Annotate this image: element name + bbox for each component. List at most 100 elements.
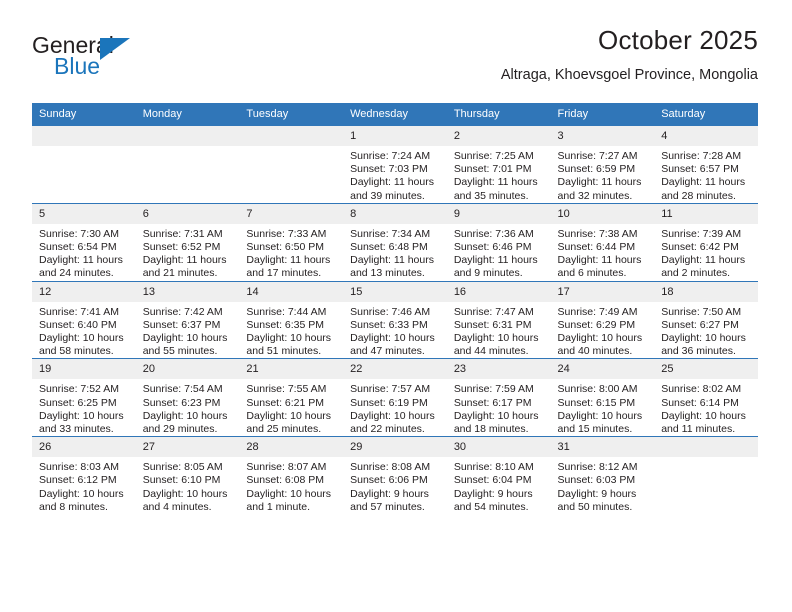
sunrise-text: Sunrise: 7:38 AM	[557, 227, 638, 240]
sunset-text: Sunset: 6:25 PM	[39, 396, 117, 409]
calendar-cell-day[interactable]: 14 Sunrise: 7:44 AM Sunset: 6:35 PM Dayligh…	[239, 280, 344, 359]
calendar-cell-day[interactable]: 21 Sunrise: 7:55 AM Sunset: 6:21 PM Dayligh…	[239, 358, 344, 437]
daylight-text-line1: Daylight: 10 hours	[453, 332, 539, 345]
calendar-cell-day[interactable]: 28 Sunrise: 8:07 AM Sunset: 6:08 PM Dayligh…	[239, 436, 344, 515]
calendar-cell-day[interactable]: 1 Sunrise: 7:24 AM Sunset: 7:03 PM Daylight…	[343, 125, 447, 204]
logo-text-blue: Blue	[54, 53, 101, 79]
calendar-cell-day[interactable]: 15 Sunrise: 7:46 AM Sunset: 6:33 PM Dayligh…	[343, 280, 447, 359]
calendar-cell-day[interactable]: 12 Sunrise: 7:41 AM Sunset: 6:40 PM Dayligh…	[32, 280, 136, 359]
calendar-cell-day[interactable]: 26 Sunrise: 8:03 AM Sunset: 6:12 PM Dayligh…	[32, 436, 136, 515]
weekday-header-monday: Monday	[135, 103, 240, 126]
daylight-text-line1: Daylight: 10 hours	[661, 409, 746, 422]
sunset-text: Sunset: 6:12 PM	[39, 474, 117, 487]
daylight-text-line2: and 4 minutes.	[142, 500, 212, 513]
calendar-cell-day[interactable]: 29 Sunrise: 8:08 AM Sunset: 6:06 PM Dayligh…	[343, 436, 447, 515]
daylight-text-line1: Daylight: 11 hours	[350, 176, 434, 189]
calendar-cell-day[interactable]: 22 Sunrise: 7:57 AM Sunset: 6:19 PM Dayligh…	[343, 358, 447, 437]
calendar-cell-day[interactable]: 7 Sunrise: 7:33 AM Sunset: 6:50 PM Daylight…	[239, 202, 344, 282]
calendar-cell-day[interactable]: 25 Sunrise: 8:02 AM Sunset: 6:14 PM Dayligh…	[654, 358, 758, 437]
sunrise-text: Sunrise: 8:02 AM	[661, 383, 742, 396]
calendar-cell-day[interactable]: 5 Sunrise: 7:30 AM Sunset: 6:54 PM Daylight…	[32, 202, 136, 282]
day-details: Sunrise: 7:59 AM Sunset: 6:17 PM Daylight:…	[447, 379, 551, 436]
calendar-cell-day[interactable]: 19 Sunrise: 7:52 AM Sunset: 6:25 PM Dayligh…	[32, 358, 136, 437]
calendar-cell-day[interactable]: 24 Sunrise: 8:00 AM Sunset: 6:15 PM Dayligh…	[550, 358, 655, 437]
sunrise-text: Sunrise: 7:46 AM	[350, 305, 431, 318]
day-number: 30	[446, 437, 551, 458]
day-number	[239, 126, 344, 146]
sunrise-text: Sunrise: 7:30 AM	[39, 227, 119, 240]
day-number	[654, 437, 758, 458]
daylight-text-line1: Daylight: 11 hours	[350, 254, 434, 267]
day-number: 11	[654, 203, 758, 224]
day-number: 22	[343, 359, 447, 380]
daylight-text-line1: Daylight: 10 hours	[246, 487, 332, 500]
calendar-cell-day[interactable]: 6 Sunrise: 7:31 AM Sunset: 6:52 PM Daylight…	[135, 202, 240, 282]
daylight-text-line1: Daylight: 10 hours	[246, 332, 332, 345]
day-details: Sunrise: 7:57 AM Sunset: 6:19 PM Daylight:…	[343, 379, 447, 436]
calendar-cell-day[interactable]: 10 Sunrise: 7:38 AM Sunset: 6:44 PM Dayligh…	[550, 202, 655, 282]
calendar-cell-day[interactable]: 16 Sunrise: 7:47 AM Sunset: 6:31 PM Dayligh…	[446, 280, 551, 359]
daylight-text-line2: and 58 minutes.	[39, 345, 114, 358]
sunrise-text: Sunrise: 7:34 AM	[350, 227, 431, 240]
day-details: Sunrise: 7:50 AM Sunset: 6:27 PM Daylight:…	[654, 302, 758, 359]
sunset-text: Sunset: 6:23 PM	[142, 396, 221, 409]
calendar-cell-day[interactable]: 17 Sunrise: 7:49 AM Sunset: 6:29 PM Dayligh…	[550, 280, 655, 359]
calendar-cell-day[interactable]: 18 Sunrise: 7:50 AM Sunset: 6:27 PM Dayligh…	[654, 280, 758, 359]
day-details: Sunrise: 8:00 AM Sunset: 6:15 PM Daylight:…	[551, 379, 655, 436]
sunset-text: Sunset: 6:17 PM	[453, 396, 532, 409]
day-details: Sunrise: 7:33 AM Sunset: 6:50 PM Daylight:…	[239, 224, 343, 281]
calendar-cell-day[interactable]: 2 Sunrise: 7:25 AM Sunset: 7:01 PM Daylight…	[446, 125, 551, 204]
daylight-text-line1: Daylight: 11 hours	[661, 254, 746, 267]
daylight-text-line2: and 2 minutes.	[661, 267, 731, 280]
calendar-cell-day[interactable]: 31 Sunrise: 8:12 AM Sunset: 6:03 PM Dayligh…	[550, 436, 655, 515]
sunrise-text: Sunrise: 7:44 AM	[246, 305, 327, 318]
day-number: 17	[550, 281, 655, 302]
daylight-text-line1: Daylight: 11 hours	[142, 254, 227, 267]
calendar-cell-day[interactable]: 20 Sunrise: 7:54 AM Sunset: 6:23 PM Dayligh…	[135, 358, 240, 437]
daylight-text-line1: Daylight: 10 hours	[557, 332, 643, 345]
day-details: Sunrise: 7:34 AM Sunset: 6:48 PM Daylight:…	[343, 224, 447, 281]
calendar-cell-day[interactable]: 3 Sunrise: 7:27 AM Sunset: 6:59 PM Daylight…	[550, 125, 655, 204]
sunrise-text: Sunrise: 8:05 AM	[142, 461, 223, 474]
sunrise-text: Sunrise: 7:57 AM	[350, 383, 431, 396]
calendar-cell-day[interactable]: 8 Sunrise: 7:34 AM Sunset: 6:48 PM Daylight…	[343, 202, 447, 282]
day-number: 10	[550, 203, 655, 224]
calendar-cell-day[interactable]: 13 Sunrise: 7:42 AM Sunset: 6:37 PM Dayligh…	[135, 280, 240, 359]
day-details: Sunrise: 8:07 AM Sunset: 6:08 PM Daylight:…	[239, 457, 343, 514]
calendar-cell-day[interactable]: 9 Sunrise: 7:36 AM Sunset: 6:46 PM Daylight…	[446, 202, 551, 282]
sunset-text: Sunset: 6:08 PM	[246, 474, 325, 487]
daylight-text-line1: Daylight: 10 hours	[142, 409, 228, 422]
day-details: Sunrise: 7:41 AM Sunset: 6:40 PM Daylight:…	[32, 302, 136, 359]
calendar-cell-day[interactable]: 27 Sunrise: 8:05 AM Sunset: 6:10 PM Dayligh…	[135, 436, 240, 515]
day-details: Sunrise: 7:42 AM Sunset: 6:37 PM Daylight:…	[136, 302, 240, 359]
daylight-text-line2: and 13 minutes.	[350, 267, 425, 280]
calendar-cell-day[interactable]: 11 Sunrise: 7:39 AM Sunset: 6:42 PM Dayligh…	[654, 202, 758, 282]
sunrise-text: Sunrise: 7:24 AM	[350, 150, 431, 162]
calendar-cell-day[interactable]: 23 Sunrise: 7:59 AM Sunset: 6:17 PM Dayligh…	[446, 358, 551, 437]
sunrise-text: Sunrise: 7:39 AM	[661, 227, 742, 240]
calendar-cell-empty	[135, 125, 240, 204]
calendar-week-row: 12 Sunrise: 7:41 AM Sunset: 6:40 PM Dayligh…	[32, 280, 758, 359]
day-details: Sunrise: 7:27 AM Sunset: 6:59 PM Daylight:…	[551, 146, 655, 203]
weekday-header-row: Sunday Monday Tuesday Wednesday Thursday…	[32, 103, 758, 126]
sunset-text: Sunset: 6:06 PM	[350, 474, 428, 487]
day-number: 13	[135, 281, 240, 302]
calendar-week-row: 5 Sunrise: 7:30 AM Sunset: 6:54 PM Daylight…	[32, 202, 758, 282]
calendar-cell-empty	[239, 125, 344, 204]
calendar-cell-day[interactable]: 4 Sunrise: 7:28 AM Sunset: 6:57 PM Daylight…	[654, 125, 758, 204]
day-number: 3	[550, 126, 655, 146]
sunrise-text: Sunrise: 7:25 AM	[453, 150, 534, 162]
day-number: 2	[446, 126, 551, 146]
day-number: 19	[32, 359, 136, 380]
daylight-text-line2: and 50 minutes.	[557, 500, 633, 513]
day-details: Sunrise: 7:28 AM Sunset: 6:57 PM Daylight:…	[654, 146, 758, 203]
daylight-text-line1: Daylight: 10 hours	[661, 332, 746, 345]
day-number: 31	[550, 437, 655, 458]
sunrise-text: Sunrise: 8:08 AM	[350, 461, 431, 474]
calendar-cell-day[interactable]: 30 Sunrise: 8:10 AM Sunset: 6:04 PM Dayligh…	[446, 436, 551, 515]
daylight-text-line2: and 57 minutes.	[350, 500, 425, 513]
daylight-text-line2: and 8 minutes.	[39, 500, 108, 513]
sunset-text: Sunset: 6:03 PM	[557, 474, 636, 487]
day-number: 12	[32, 281, 136, 302]
general-blue-logo[interactable]: General Blue	[32, 32, 212, 88]
